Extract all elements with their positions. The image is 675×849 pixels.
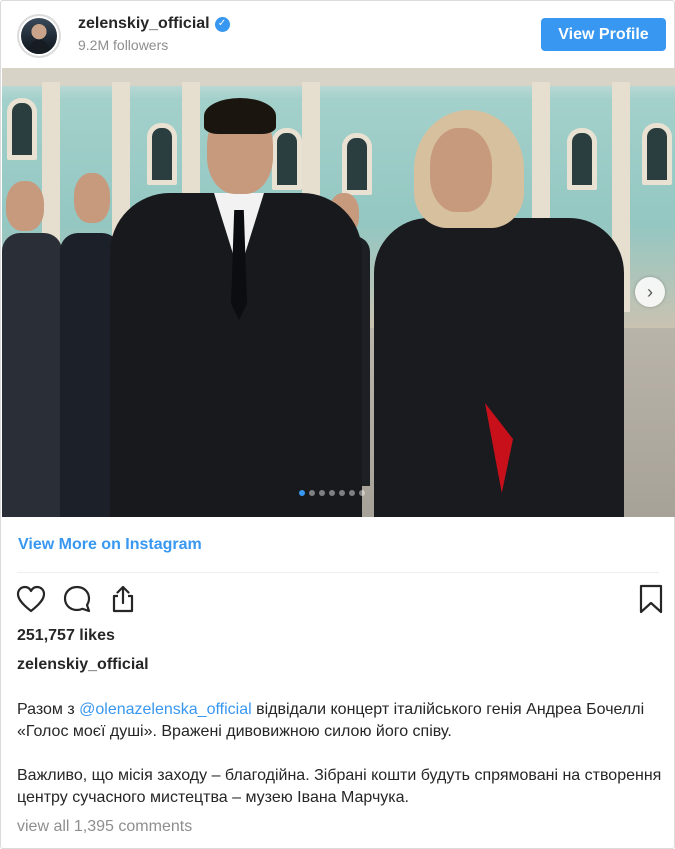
username-row: zelenskiy_official ✓ xyxy=(78,15,230,33)
mention-link[interactable]: @olenazelenska_official xyxy=(79,701,252,718)
post-caption: Разом з @olenazelenska_official відвідал… xyxy=(17,699,662,831)
chevron-right-icon: › xyxy=(647,281,653,302)
view-more-link[interactable]: View More on Instagram xyxy=(18,536,202,554)
caption-paragraph: Разом з @olenazelenska_official відвідал… xyxy=(17,699,662,743)
carousel-dot xyxy=(309,490,315,496)
caption-prefix: Разом з xyxy=(17,701,80,718)
carousel-dot xyxy=(359,490,365,496)
heart-icon[interactable] xyxy=(15,583,47,615)
comment-icon[interactable] xyxy=(61,583,93,615)
carousel-dot xyxy=(329,490,335,496)
carousel-dot xyxy=(339,490,345,496)
avatar[interactable] xyxy=(17,14,61,58)
avatar-image xyxy=(19,16,59,56)
post-actions xyxy=(15,583,139,615)
carousel-dot xyxy=(349,490,355,496)
instagram-embed-card: zelenskiy_official ✓ 9.2M followers View… xyxy=(0,0,675,849)
username-link[interactable]: zelenskiy_official xyxy=(78,15,210,33)
share-icon[interactable] xyxy=(107,583,139,615)
post-header: zelenskiy_official ✓ 9.2M followers View… xyxy=(1,1,674,68)
view-profile-button[interactable]: View Profile xyxy=(541,18,666,51)
divider xyxy=(17,572,659,573)
verified-badge-icon: ✓ xyxy=(214,16,230,32)
carousel-dot xyxy=(299,490,305,496)
bookmark-icon[interactable] xyxy=(635,583,667,615)
carousel-indicator xyxy=(299,490,365,496)
follower-count: 9.2M followers xyxy=(78,37,169,53)
carousel-next-button[interactable]: › xyxy=(635,277,665,307)
like-count[interactable]: 251,757 likes xyxy=(17,627,115,645)
post-photo[interactable]: › xyxy=(2,68,675,517)
carousel-dot xyxy=(319,490,325,496)
caption-paragraph: Важливо, що місія заходу – благодійна. З… xyxy=(17,767,662,806)
post-author[interactable]: zelenskiy_official xyxy=(17,656,149,674)
view-comments-link[interactable]: view all 1,395 comments xyxy=(17,818,192,836)
